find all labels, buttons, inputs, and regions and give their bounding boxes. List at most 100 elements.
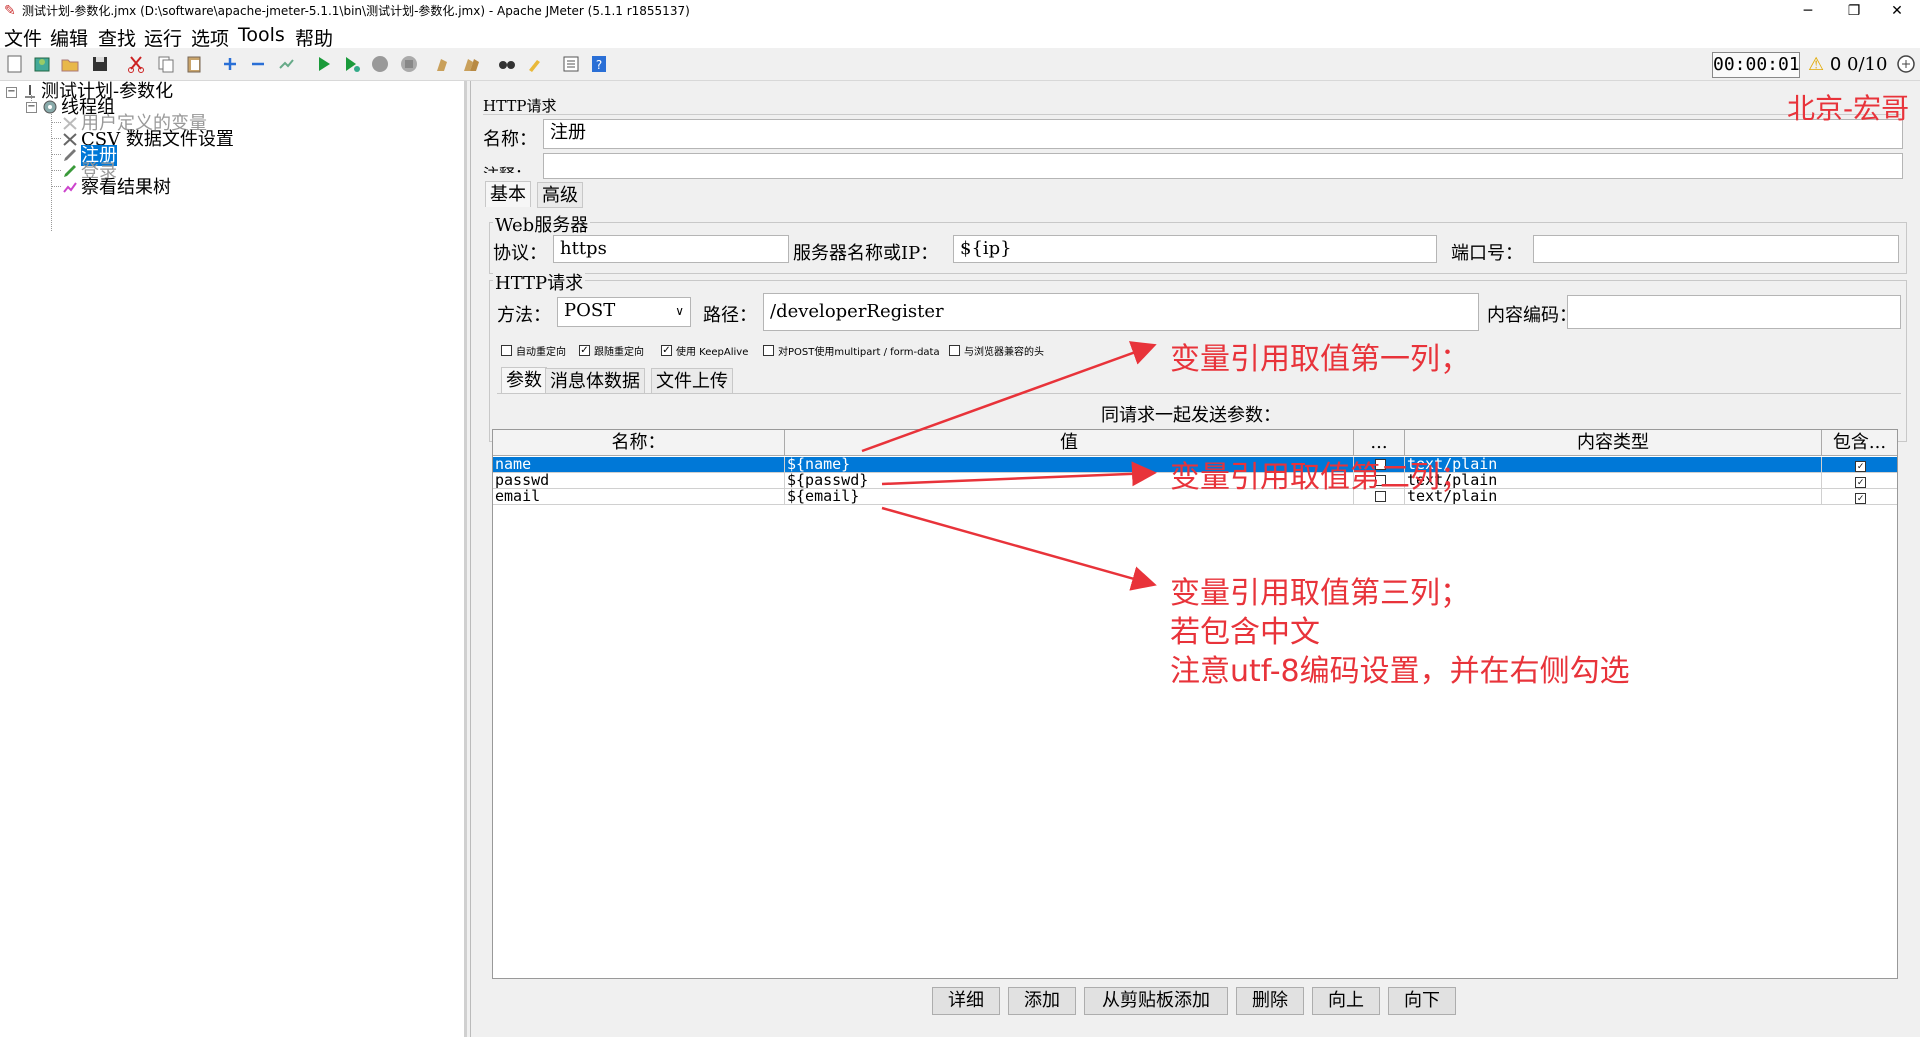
expand-icon[interactable] <box>220 54 240 74</box>
thread-group-expander[interactable]: − <box>26 102 37 113</box>
menu-options[interactable]: 选项 <box>191 24 229 51</box>
param-include-cell[interactable]: ✓ <box>1822 489 1897 505</box>
web-server-title: Web服务器 <box>493 211 591 237</box>
open-icon[interactable] <box>60 54 80 74</box>
tab-body-data[interactable]: 消息体数据 <box>545 368 645 394</box>
encoding-input[interactable] <box>1567 295 1901 329</box>
encoding-label: 内容编码： <box>1487 305 1577 326</box>
detail-button[interactable]: 详细 <box>932 987 1000 1015</box>
port-label: 端口号： <box>1451 243 1523 264</box>
panel-header: HTTP请求 <box>483 97 557 115</box>
annotation-col2: 变量引用取值第二列； <box>1170 460 1470 495</box>
start-no-pause-icon[interactable] <box>342 54 362 74</box>
menu-tools[interactable]: Tools <box>238 24 285 46</box>
minimize-button[interactable]: ─ <box>1785 0 1831 22</box>
path-input[interactable]: /developerRegister <box>763 293 1479 331</box>
column-header-include[interactable]: 包含... <box>1822 430 1897 456</box>
active-threads-count: 0/10 <box>1847 54 1888 75</box>
param-include-cell[interactable]: ✓ <box>1822 457 1897 473</box>
window-title: 测试计划-参数化.jmx (D:\software\apache-jmeter-… <box>22 4 690 18</box>
param-include-cell[interactable]: ✓ <box>1822 473 1897 489</box>
tab-advanced[interactable]: 高级 <box>537 182 583 208</box>
option-keepalive[interactable]: ✓ 使用 KeepAlive <box>661 343 748 358</box>
checkbox-keepalive[interactable]: ✓ <box>661 345 672 356</box>
tab-file-upload[interactable]: 文件上传 <box>651 368 733 394</box>
config-wrench-icon <box>62 115 78 131</box>
comment-input[interactable] <box>543 153 1903 179</box>
test-plan-icon <box>22 83 38 99</box>
menu-help[interactable]: 帮助 <box>295 24 333 51</box>
shutdown-icon[interactable] <box>399 54 419 74</box>
delete-button[interactable]: 删除 <box>1236 987 1304 1015</box>
gear-icon <box>42 99 58 115</box>
search-icon[interactable] <box>497 54 517 74</box>
tab-basic[interactable]: 基本 <box>485 181 531 207</box>
remote-icon[interactable] <box>1896 54 1916 74</box>
checkbox-browser-headers[interactable] <box>949 345 960 356</box>
copy-icon[interactable] <box>156 54 176 74</box>
chevron-down-icon: ∨ <box>675 304 684 318</box>
tab-parameters[interactable]: 参数 <box>501 367 547 393</box>
collapse-icon[interactable] <box>248 54 268 74</box>
column-header-name[interactable]: 名称： <box>493 430 785 456</box>
clear-icon[interactable] <box>433 54 453 74</box>
protocol-input[interactable]: https <box>553 235 789 263</box>
option-auto-redirect[interactable]: 自动重定向 <box>501 343 566 358</box>
option-multipart[interactable]: 对POST使用multipart / form-data <box>763 343 940 358</box>
tree-item-results-tree[interactable]: 察看结果树 <box>62 179 171 197</box>
option-follow-redirect[interactable]: ✓ 跟随重定向 <box>579 343 644 358</box>
start-icon[interactable] <box>314 54 334 74</box>
warning-count: 0 <box>1829 54 1842 75</box>
move-up-button[interactable]: 向上 <box>1312 987 1380 1015</box>
include-checkbox[interactable]: ✓ <box>1855 493 1866 504</box>
name-input[interactable]: 注册 <box>543 119 1903 149</box>
move-down-button[interactable]: 向下 <box>1388 987 1456 1015</box>
reset-search-icon[interactable] <box>525 54 545 74</box>
annotation-col3-line1: 变量引用取值第三列； <box>1170 576 1470 611</box>
restore-button[interactable]: ❐ <box>1831 0 1877 22</box>
add-button[interactable]: 添加 <box>1008 987 1076 1015</box>
menu-bar: 文件 编辑 查找 运行 选项 Tools 帮助 <box>0 22 1920 51</box>
include-checkbox[interactable]: ✓ <box>1855 477 1866 488</box>
save-icon[interactable] <box>90 54 110 74</box>
method-select[interactable]: POST ∨ <box>557 297 691 327</box>
stop-icon[interactable] <box>370 54 390 74</box>
port-input[interactable] <box>1533 235 1899 263</box>
checkbox-follow-redirect[interactable]: ✓ <box>579 345 590 356</box>
watermark: 北京-宏哥 <box>1787 92 1910 125</box>
checkbox-multipart[interactable] <box>763 345 774 356</box>
title-bar: ✎ 测试计划-参数化.jmx (D:\software\apache-jmete… <box>0 0 1920 22</box>
annotation-col3-line2: 若包含中文 <box>1170 615 1320 650</box>
add-from-clipboard-button[interactable]: 从剪贴板添加 <box>1084 987 1228 1015</box>
param-name-cell[interactable]: email <box>493 489 785 505</box>
new-icon[interactable] <box>5 54 25 74</box>
clear-all-icon[interactable] <box>461 54 481 74</box>
method-label: 方法： <box>497 305 551 326</box>
help-icon[interactable]: ? <box>589 54 609 74</box>
option-browser-headers[interactable]: 与浏览器兼容的头 <box>949 343 1044 358</box>
menu-search[interactable]: 查找 <box>98 24 136 51</box>
cut-icon[interactable] <box>126 54 146 74</box>
checkbox-auto-redirect[interactable] <box>501 345 512 356</box>
warning-indicator[interactable]: ⚠ 0 <box>1808 54 1841 75</box>
toggle-icon[interactable] <box>276 54 296 74</box>
templates-icon[interactable] <box>32 54 52 74</box>
sampler-pen-icon <box>62 163 78 179</box>
param-name-cell[interactable]: passwd <box>493 473 785 489</box>
close-button[interactable]: ✕ <box>1874 0 1920 22</box>
function-helper-icon[interactable] <box>561 54 581 74</box>
include-checkbox[interactable]: ✓ <box>1855 461 1866 472</box>
menu-edit[interactable]: 编辑 <box>50 24 88 51</box>
param-name-cell[interactable]: name <box>493 457 785 473</box>
menu-file[interactable]: 文件 <box>4 24 42 51</box>
server-input[interactable]: ${ip} <box>953 235 1437 263</box>
menu-run[interactable]: 运行 <box>144 24 182 51</box>
config-wrench-icon <box>62 131 78 147</box>
warning-icon: ⚠ <box>1808 54 1825 75</box>
params-caption: 同请求一起发送参数： <box>1101 405 1281 426</box>
path-label: 路径： <box>703 305 757 326</box>
paste-icon[interactable] <box>184 54 204 74</box>
plan-expander[interactable]: − <box>6 87 17 98</box>
name-label: 名称： <box>483 129 537 150</box>
sampler-pen-icon <box>62 147 78 163</box>
